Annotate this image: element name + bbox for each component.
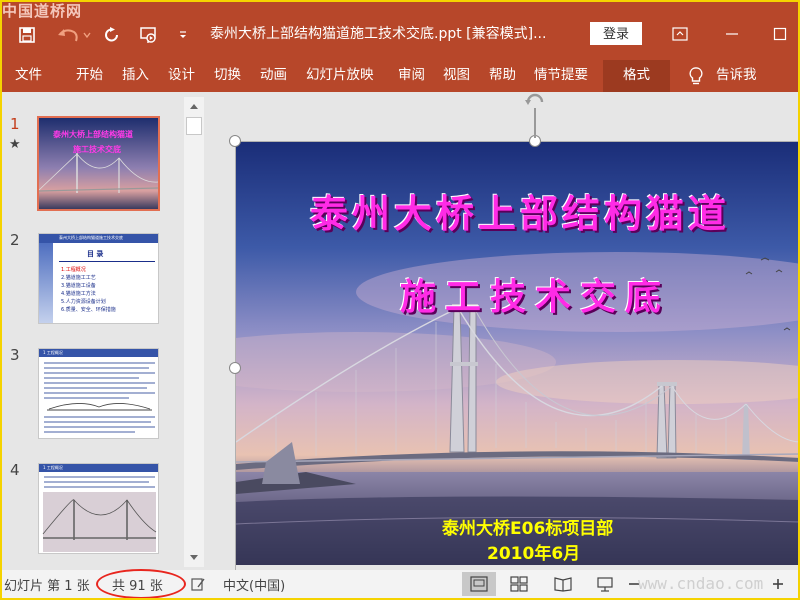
minimize-icon[interactable] [722, 24, 742, 44]
ribbon-tabs: 文件 开始 插入 设计 切换 动画 幻灯片放映 审阅 视图 帮助 情节提要 格式… [0, 60, 800, 92]
slide-subtitle-title[interactable]: 施工技术交底 [400, 268, 670, 320]
maximize-icon[interactable] [770, 24, 790, 44]
site-watermark: 中国道桥网 [2, 2, 83, 20]
rotate-handle-icon[interactable] [524, 92, 546, 110]
thumbnail-number: 3 [10, 346, 20, 364]
tab-design[interactable]: 设计 [168, 60, 195, 92]
animation-star-icon: ★ [9, 137, 21, 152]
resize-handle-top-left[interactable] [229, 135, 241, 147]
tab-review[interactable]: 审阅 [398, 60, 425, 92]
scrollbar-thumb[interactable] [186, 117, 202, 135]
normal-view-icon[interactable] [462, 572, 496, 596]
scroll-down-icon[interactable] [184, 549, 204, 567]
slideshow-view-icon[interactable] [588, 572, 622, 596]
slide-position: 幻灯片 第 1 张 [4, 579, 90, 594]
redo-icon[interactable] [100, 22, 124, 48]
thumbnail-number: 4 [10, 461, 20, 479]
thumbnail-item: 4.猫道施工方法 [61, 291, 96, 297]
slideshow-start-icon[interactable] [136, 22, 162, 48]
zoom-in-icon[interactable] [766, 572, 790, 596]
lightbulb-icon[interactable] [686, 66, 706, 86]
thumbnail-number: 2 [10, 231, 20, 249]
spelling-check-icon[interactable] [190, 576, 206, 596]
thumbnail-heading: 泰州大桥上部结构猫道施工技术交底 [59, 235, 123, 240]
slide-thumbnail-2[interactable]: 泰州大桥上部结构猫道施工技术交底 目 录 1.工程概况 2.猫道施工工艺 3.猫… [38, 233, 159, 324]
slide-title[interactable]: 泰州大桥上部结构猫道 [310, 183, 730, 238]
tell-me-search[interactable]: 告诉我 [716, 60, 757, 92]
slide-thumbnail-1[interactable]: 泰州大桥上部结构猫道 施工技术交底 [37, 116, 160, 211]
language-indicator[interactable]: 中文(中国) [223, 575, 285, 594]
document-title: 泰州大桥上部结构猫道施工技术交底.ppt [兼容模式]... [210, 26, 547, 42]
thumbnail-subtitle: 施工技术交底 [73, 145, 121, 154]
thumbnail-heading: 1 工程概况 [43, 465, 63, 470]
reading-view-icon[interactable] [546, 572, 580, 596]
tab-slideshow[interactable]: 幻灯片放映 [306, 60, 374, 92]
tab-storyboarding[interactable]: 情节提要 [534, 60, 588, 92]
login-button[interactable]: 登录 [590, 22, 642, 45]
tab-animations[interactable]: 动画 [260, 60, 287, 92]
thumbnail-item: 2.猫道施工工艺 [61, 275, 96, 281]
site-url-watermark: www.cndao.com [638, 574, 764, 593]
slide-count: 共 91 张 [112, 579, 163, 594]
undo-icon[interactable] [54, 22, 94, 48]
thumbnail-title: 目 录 [87, 250, 104, 258]
tab-format[interactable]: 格式 [603, 60, 670, 92]
slide-sorter-view-icon[interactable] [502, 572, 536, 596]
slide-thumbnail-3[interactable]: 1 工程概况 [38, 348, 159, 439]
thumbnail-scrollbar[interactable] [184, 97, 204, 567]
slide-date[interactable]: 2010年6月 [487, 539, 580, 564]
thumbnail-divider [59, 261, 155, 262]
thumbnail-item: 6.质量、安全、环保措施 [61, 307, 116, 313]
tab-home[interactable]: 开始 [76, 60, 103, 92]
save-icon[interactable] [14, 22, 40, 48]
customize-qat-icon[interactable] [176, 22, 190, 48]
title-bar: 中国道桥网 泰州大桥上部结构猫道施工技术交底.ppt [兼容模式]... 登录 [0, 0, 800, 60]
tab-file[interactable]: 文件 [15, 60, 42, 92]
tab-view[interactable]: 视图 [443, 60, 470, 92]
rotation-connector [534, 108, 536, 138]
tab-help[interactable]: 帮助 [489, 60, 516, 92]
thumbnail-number: 1 [10, 115, 20, 133]
scroll-up-icon[interactable] [184, 97, 204, 115]
slide-organization[interactable]: 泰州大桥E06标项目部 [442, 514, 613, 539]
ribbon-display-options-icon[interactable] [670, 24, 690, 44]
resize-handle-left[interactable] [229, 362, 241, 374]
slide-thumbnail-4[interactable]: 1 工程概况 [38, 463, 159, 554]
text-lines-placeholder [44, 362, 155, 433]
thumbnail-side-bar [39, 243, 53, 323]
tab-insert[interactable]: 插入 [122, 60, 149, 92]
thumbnail-item: 3.猫道施工设备 [61, 283, 96, 289]
thumbnail-title: 泰州大桥上部结构猫道 [53, 130, 133, 139]
bridge-image-placeholder [42, 476, 157, 552]
tab-transitions[interactable]: 切换 [214, 60, 241, 92]
thumbnail-heading: 1 工程概况 [43, 350, 63, 355]
thumbnail-item: 1.工程概况 [61, 267, 86, 273]
thumbnail-item: 5.人力资源设备计划 [61, 299, 106, 305]
